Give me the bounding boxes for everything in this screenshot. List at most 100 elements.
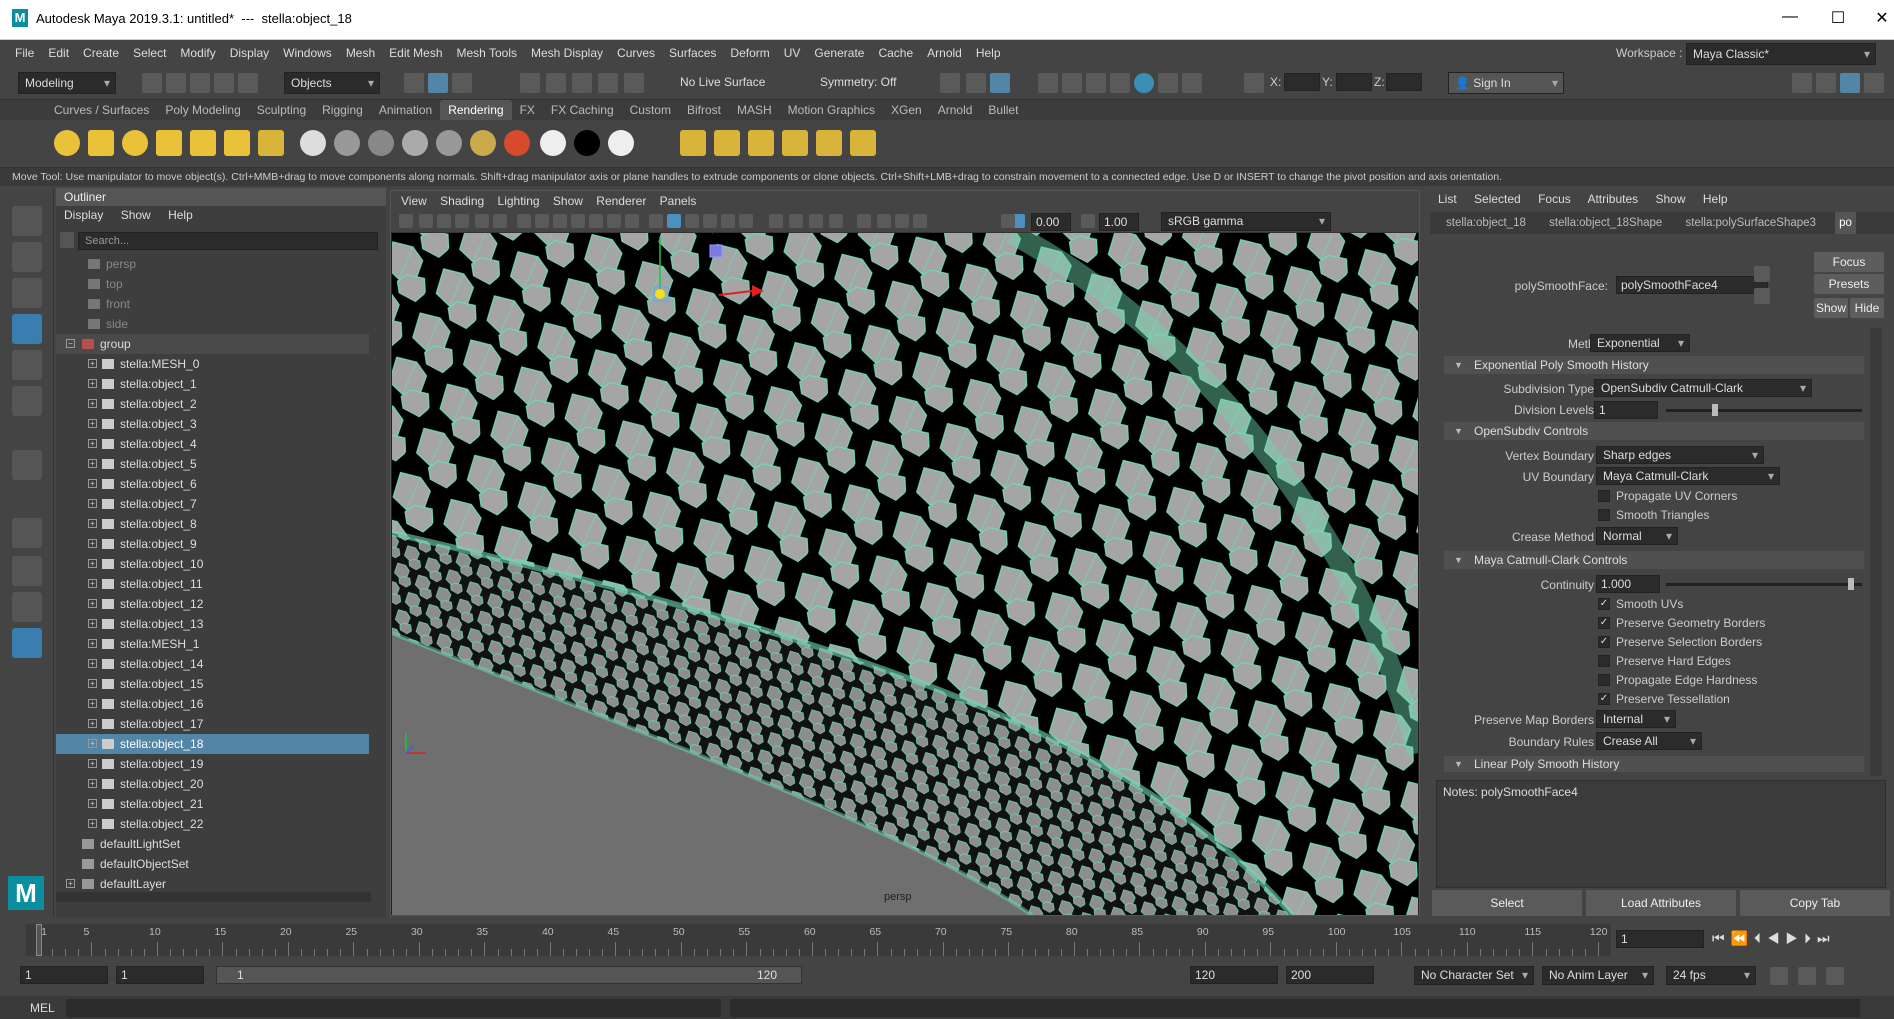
menu-cache[interactable]: Cache (871, 40, 920, 66)
menu-set-dropdown[interactable]: Modeling (18, 72, 116, 94)
outliner-item-mesh[interactable]: + stella:object_21 (56, 794, 369, 814)
attr-menu-attributes[interactable]: Attributes (1587, 192, 1638, 206)
outliner-item-mesh[interactable]: + stella:object_16 (56, 694, 369, 714)
notes-area[interactable]: Notes: polySmoothFace4 (1436, 780, 1886, 888)
batch-render-icon[interactable] (714, 130, 740, 156)
expand-icon[interactable]: + (88, 739, 97, 748)
expand-icon[interactable]: + (88, 619, 97, 628)
expand-icon[interactable]: + (88, 439, 97, 448)
viewport-menu-renderer[interactable]: Renderer (596, 194, 646, 208)
image-plane-icon[interactable] (455, 214, 469, 228)
render-layer-icon[interactable] (680, 130, 706, 156)
snap-grid-icon[interactable] (520, 73, 540, 93)
play-back-icon[interactable]: ◀ (1767, 930, 1786, 946)
shelf-tab-bifrost[interactable]: Bifrost (679, 100, 729, 120)
section-linear[interactable]: Linear Poly Smooth History (1444, 756, 1864, 772)
load-attributes-button[interactable]: Load Attributes (1586, 890, 1736, 916)
wireframe-icon[interactable] (649, 214, 663, 228)
presets-button[interactable]: Presets (1814, 274, 1884, 294)
symmetry-label[interactable]: Symmetry: Off (820, 75, 896, 89)
section-opensubdiv[interactable]: OpenSubdiv Controls (1444, 422, 1864, 440)
expand-icon[interactable]: + (88, 519, 97, 528)
use-background-icon[interactable] (574, 130, 600, 156)
shelf-tab-xgen[interactable]: XGen (883, 100, 930, 120)
mel-label[interactable]: MEL (30, 1001, 55, 1015)
select-by-hierarchy-icon[interactable] (404, 73, 424, 93)
boundary-rules-dropdown[interactable]: Crease All (1596, 732, 1702, 750)
expand-icon[interactable]: + (88, 799, 97, 808)
subdiv-type-dropdown[interactable]: OpenSubdiv Catmull-Clark (1594, 379, 1812, 397)
loop-icon[interactable] (1770, 967, 1788, 985)
outliner-item-mesh[interactable]: + stella:object_13 (56, 614, 369, 634)
character-set-dropdown[interactable]: No Character Set (1414, 966, 1534, 985)
division-levels-knob[interactable] (1712, 404, 1718, 416)
focus-button[interactable]: Focus (1814, 252, 1884, 272)
outliner-layout-icon[interactable] (12, 628, 42, 658)
attribute-editor-toggle-icon[interactable] (1816, 73, 1836, 93)
expand-icon[interactable]: + (88, 499, 97, 508)
current-time-indicator[interactable] (36, 924, 43, 956)
grid-icon[interactable] (517, 214, 531, 228)
smooth-triangles-checkbox[interactable] (1598, 509, 1610, 521)
camera-icon[interactable] (258, 130, 284, 156)
expand-icon[interactable]: + (88, 559, 97, 568)
expand-icon[interactable]: + (88, 379, 97, 388)
lambert-shader-icon[interactable] (334, 130, 360, 156)
shelf-tab-rendering[interactable]: Rendering (440, 100, 512, 120)
outliner-item-mesh[interactable]: + stella:object_7 (56, 494, 369, 514)
ipr-render-icon[interactable] (1086, 73, 1106, 93)
directional-light-icon[interactable] (88, 130, 114, 156)
smooth-shade-icon[interactable] (667, 214, 681, 228)
outliner-search-input[interactable]: Search... (78, 232, 378, 250)
standard-surface-icon[interactable] (608, 130, 634, 156)
attr-menu-show[interactable]: Show (1655, 192, 1685, 206)
safe-action-icon[interactable] (607, 214, 621, 228)
four-view-layout-icon[interactable] (12, 556, 42, 586)
command-input[interactable] (66, 999, 721, 1017)
expand-icon[interactable]: + (88, 819, 97, 828)
shelf-tab-poly-modeling[interactable]: Poly Modeling (157, 100, 248, 120)
propagate-uv-corners-checkbox[interactable] (1598, 490, 1610, 502)
lasso-tool-icon[interactable] (12, 242, 42, 272)
xray-components-icon[interactable] (913, 214, 927, 228)
shadows-icon[interactable] (739, 214, 753, 228)
menu-edit[interactable]: Edit (41, 40, 76, 66)
construction-history-icon[interactable] (940, 73, 960, 93)
snap-point-icon[interactable] (572, 73, 592, 93)
expand-icon[interactable]: + (88, 579, 97, 588)
viewport-menu-view[interactable]: View (401, 194, 427, 208)
shelf-tab-custom[interactable]: Custom (622, 100, 679, 120)
sign-in-button[interactable]: 👤 Sign In (1448, 72, 1564, 94)
continuity-slider[interactable] (1666, 583, 1862, 586)
step-back-key-icon[interactable]: ⏪ (1731, 930, 1754, 946)
layered-shader-icon[interactable] (470, 130, 496, 156)
maximize-button[interactable]: ☐ (1818, 8, 1858, 28)
viewport-menu-lighting[interactable]: Lighting (498, 194, 540, 208)
node-name-field[interactable]: polySmoothFace4 (1616, 276, 1768, 294)
expand-icon[interactable]: + (88, 539, 97, 548)
camera-attributes-icon[interactable] (419, 214, 433, 228)
menu-select[interactable]: Select (126, 40, 173, 66)
single-perspective-layout-icon[interactable] (12, 518, 42, 548)
minimize-button[interactable]: — (1770, 8, 1810, 26)
menu-file[interactable]: File (8, 40, 41, 66)
menu-modify[interactable]: Modify (173, 40, 222, 66)
isolate-select-icon[interactable] (857, 214, 871, 228)
outliner-menu-help[interactable]: Help (168, 208, 193, 222)
exposure-icon[interactable] (1001, 214, 1015, 228)
expand-icon[interactable]: + (88, 599, 97, 608)
spot-light-icon[interactable] (156, 130, 182, 156)
ambient-light-icon[interactable] (54, 130, 80, 156)
grease-pencil-icon[interactable] (493, 214, 507, 228)
render-settings-icon[interactable] (1038, 73, 1058, 93)
new-scene-icon[interactable] (142, 73, 162, 93)
point-light-icon[interactable] (122, 130, 148, 156)
shelf-tab-motion-graphics[interactable]: Motion Graphics (780, 100, 883, 120)
propagate-edge-hardness-checkbox[interactable] (1598, 674, 1610, 686)
anisotropic-shader-icon[interactable] (436, 130, 462, 156)
phonge-shader-icon[interactable] (402, 130, 428, 156)
colorspace-dropdown[interactable]: sRGB gamma (1161, 212, 1331, 231)
shelf-tab-arnold[interactable]: Arnold (930, 100, 981, 120)
select-button[interactable]: Select (1432, 890, 1582, 916)
shelf-tab-bullet[interactable]: Bullet (980, 100, 1026, 120)
